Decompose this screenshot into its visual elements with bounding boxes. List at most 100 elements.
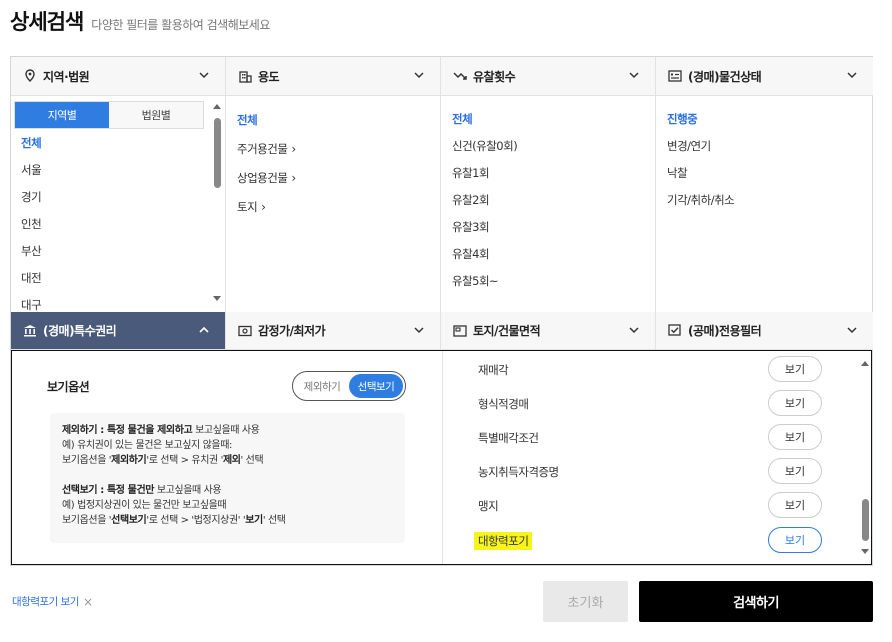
header-status[interactable]: (경매)물건상태 bbox=[656, 57, 873, 96]
chevron-down-icon bbox=[414, 72, 424, 79]
help-text: 보기옵션을 ' bbox=[62, 515, 112, 526]
usage-item-all[interactable]: 전체 bbox=[237, 106, 296, 135]
failcount-item[interactable]: 유찰4회 bbox=[452, 241, 517, 268]
failcount-item[interactable]: 유찰1회 bbox=[452, 160, 517, 187]
failcount-item[interactable]: 전체 bbox=[452, 106, 517, 133]
close-icon[interactable]: × bbox=[83, 595, 93, 609]
special-item-formal-auction: 형식적경매 bbox=[478, 397, 529, 411]
usage-item-land[interactable]: 토지 › bbox=[237, 193, 296, 222]
header-failcount-label: 유찰횟수 bbox=[473, 69, 516, 84]
trend-down-icon bbox=[453, 69, 467, 83]
header-failcount[interactable]: 유찰횟수 bbox=[441, 57, 656, 96]
status-item[interactable]: 낙찰 bbox=[667, 160, 734, 187]
tab-court[interactable]: 법원별 bbox=[109, 102, 203, 128]
help-text: '로 선택 > '법정지상권' ' bbox=[146, 515, 246, 526]
chevron-down-icon bbox=[199, 72, 209, 79]
help-box: 제외하기 : 특정 물건을 제외하고 보고싶을때 사용 예) 유치권이 있는 물… bbox=[50, 413, 405, 543]
header-public-filter-label: (공매)전용필터 bbox=[688, 324, 762, 338]
region-item-gyeonggi[interactable]: 경기 bbox=[21, 184, 42, 211]
tab-region[interactable]: 지역별 bbox=[15, 102, 109, 128]
help-text: 보기옵션을 ' bbox=[62, 455, 112, 466]
help-bold: 선택보기 : 특정 물건만 bbox=[62, 485, 155, 496]
scroll-down-icon bbox=[213, 296, 221, 301]
help-text: ' 선택 bbox=[262, 515, 286, 526]
usage-item-label: 토지 bbox=[237, 200, 258, 214]
failcount-item[interactable]: 유찰2회 bbox=[452, 187, 517, 214]
usage-list: 전체 주거용건물 › 상업용건물 › 토지 › bbox=[237, 106, 296, 222]
region-scrollbar[interactable] bbox=[211, 102, 223, 306]
help-bold: 제외 bbox=[222, 455, 241, 466]
failcount-item[interactable]: 신건(유찰0회) bbox=[452, 133, 518, 160]
help-line: 보기옵션을 '제외하기'로 선택 > 유치권 '제외' 선택 bbox=[62, 453, 393, 468]
help-bold: 선택보기 bbox=[111, 515, 147, 526]
chevron-up-icon bbox=[199, 326, 209, 333]
chevron-down-icon bbox=[414, 327, 424, 334]
view-button[interactable]: 보기 bbox=[768, 492, 822, 518]
region-item-incheon[interactable]: 인천 bbox=[21, 211, 42, 238]
status-item[interactable]: 변경/연기 bbox=[667, 133, 734, 160]
help-bold: 보기 bbox=[245, 515, 263, 526]
view-button-active[interactable]: 보기 bbox=[768, 527, 822, 553]
status-list: 진행중 변경/연기 낙찰 기각/취하/취소 bbox=[667, 106, 735, 214]
location-pin-icon bbox=[23, 69, 37, 83]
page-title: 상세검색 bbox=[10, 10, 84, 34]
page-subtitle: 다양한 필터를 활용하여 검색해보세요 bbox=[91, 18, 270, 32]
region-item-daegu[interactable]: 대구 bbox=[21, 292, 42, 312]
view-option-label: 보기옵션 bbox=[47, 380, 90, 394]
usage-item-label: 주거용건물 bbox=[237, 142, 288, 156]
region-list: 전체 서울 경기 인천 부산 대전 대구 bbox=[21, 130, 42, 312]
view-button[interactable]: 보기 bbox=[768, 458, 822, 484]
header-usage[interactable]: 용도 bbox=[226, 57, 441, 96]
failcount-item[interactable]: 유찰5회~ bbox=[452, 268, 517, 295]
special-scrollbar[interactable] bbox=[859, 359, 871, 559]
scroll-thumb[interactable] bbox=[214, 118, 221, 188]
selected-filter-tag[interactable]: 대항력포기 보기 × bbox=[12, 594, 93, 609]
usage-item-residential[interactable]: 주거용건물 › bbox=[237, 135, 296, 164]
status-panel: 진행중 변경/연기 낙찰 기각/취하/취소 bbox=[656, 96, 873, 312]
status-item[interactable]: 진행중 bbox=[667, 106, 734, 133]
usage-item-label: 상업용건물 bbox=[237, 171, 288, 185]
failcount-panel: 전체 신건(유찰0회) 유찰1회 유찰2회 유찰3회 유찰4회 유찰5회~ bbox=[441, 96, 656, 312]
view-button[interactable]: 보기 bbox=[768, 356, 822, 382]
chevron-down-icon bbox=[629, 72, 639, 79]
checkbox-icon bbox=[668, 324, 682, 338]
failcount-item[interactable]: 유찰3회 bbox=[452, 214, 517, 241]
special-item-farmland-cert: 농지취득자격증명 bbox=[478, 465, 559, 479]
help-bold: 제외하기 bbox=[111, 455, 147, 466]
help-bold: 제외하기 : 특정 물건을 제외하고 bbox=[62, 425, 193, 436]
toggle-exclude[interactable]: 제외하기 bbox=[295, 374, 349, 398]
special-item-resale: 재매각 bbox=[478, 363, 509, 377]
help-text: 보고싶을때 사용 bbox=[154, 485, 222, 496]
search-button[interactable]: 검색하기 bbox=[639, 581, 873, 622]
toggle-select[interactable]: 선택보기 bbox=[349, 374, 403, 398]
help-text: ' 선택 bbox=[240, 455, 264, 466]
help-line: 예) 유치권이 있는 물건은 보고싶지 않을때: bbox=[62, 440, 232, 451]
special-item-special-conditions: 특별매각조건 bbox=[478, 431, 539, 445]
chevron-down-icon bbox=[629, 327, 639, 334]
document-list-icon bbox=[668, 69, 682, 83]
chevron-right-icon: › bbox=[261, 200, 266, 214]
region-item-seoul[interactable]: 서울 bbox=[21, 157, 42, 184]
view-button[interactable]: 보기 bbox=[768, 390, 822, 416]
building-icon bbox=[238, 69, 252, 83]
reset-button[interactable]: 초기화 bbox=[543, 581, 628, 622]
header-price[interactable]: 감정가/최저가 bbox=[226, 312, 441, 350]
header-region-label: 지역·법원 bbox=[43, 69, 90, 84]
help-line: 제외하기 : 특정 물건을 제외하고 보고싶을때 사용 bbox=[62, 423, 393, 438]
status-item[interactable]: 기각/취하/취소 bbox=[667, 187, 735, 214]
header-special-rights[interactable]: (경매)특수권리 bbox=[11, 312, 226, 350]
view-button[interactable]: 보기 bbox=[768, 424, 822, 450]
help-line: 선택보기 : 특정 물건만 보고싶을때 사용 bbox=[62, 483, 393, 498]
region-item-all[interactable]: 전체 bbox=[21, 130, 42, 157]
usage-item-commercial[interactable]: 상업용건물 › bbox=[237, 164, 296, 193]
region-item-daejeon[interactable]: 대전 bbox=[21, 265, 42, 292]
header-usage-label: 용도 bbox=[258, 69, 280, 84]
help-line: 예) 법정지상권이 있는 물건만 보고싶을때 bbox=[62, 500, 227, 511]
header-area[interactable]: 토지/건물면적 bbox=[441, 312, 656, 350]
header-area-label: 토지/건물면적 bbox=[473, 324, 541, 338]
scroll-thumb[interactable] bbox=[862, 499, 869, 541]
special-item-landlocked: 맹지 bbox=[478, 499, 499, 513]
header-public-filter[interactable]: (공매)전용필터 bbox=[656, 312, 873, 350]
header-region[interactable]: 지역·법원 bbox=[11, 57, 226, 96]
region-item-busan[interactable]: 부산 bbox=[21, 238, 42, 265]
